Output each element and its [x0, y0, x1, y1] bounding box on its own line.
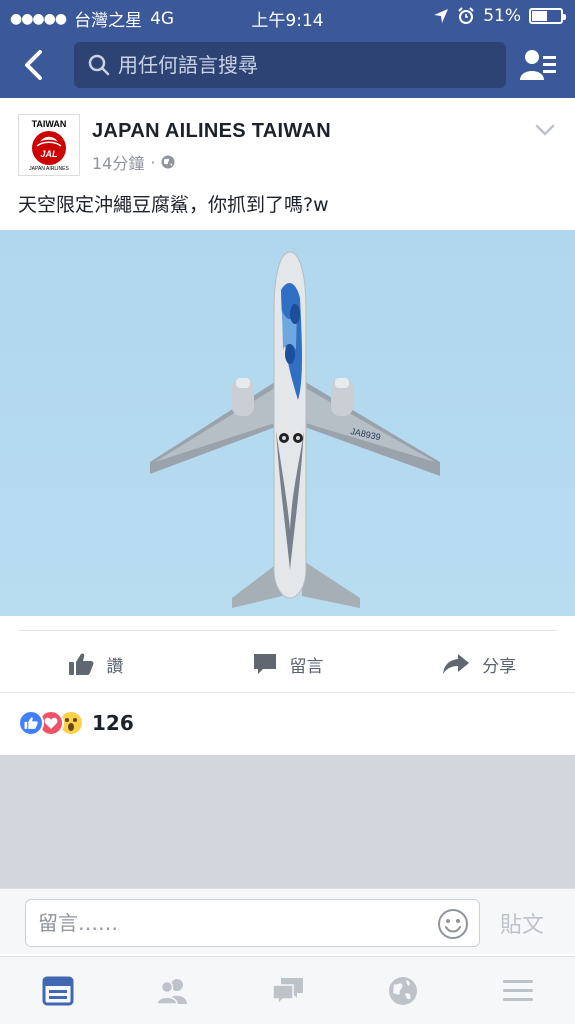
separator — [0, 692, 575, 693]
comment-composer: 貼文 — [0, 888, 575, 954]
logo-bottom-text: JAPAN AIRLINES — [29, 166, 69, 172]
location-arrow-icon — [434, 9, 449, 23]
tab-messages[interactable] — [230, 957, 345, 1024]
comment-input-box[interactable] — [25, 899, 480, 947]
post-author-name[interactable]: JAPAN AILINES TAIWAN — [92, 120, 331, 143]
thumbs-up-icon — [69, 653, 94, 675]
post-card: TAIWAN JAL JAPAN AIRLINES JAPAN AILINES … — [0, 98, 575, 755]
tab-news-feed[interactable] — [0, 957, 115, 1024]
reaction-count: 126 — [92, 711, 134, 735]
separator — [18, 630, 557, 631]
comment-button[interactable]: 留言 — [192, 638, 384, 690]
like-button[interactable]: 讚 — [0, 638, 192, 690]
airplane-illustration: JA8939 — [0, 230, 575, 616]
friend-requests-icon[interactable] — [519, 48, 557, 82]
reactions-summary[interactable]: 126 — [18, 708, 134, 738]
like-reaction-icon — [18, 710, 44, 736]
news-feed-icon — [42, 976, 73, 1005]
messages-icon — [271, 977, 303, 1006]
share-button[interactable]: 分享 — [383, 638, 575, 690]
notifications-globe-icon — [388, 976, 417, 1005]
comment-label: 留言 — [289, 656, 324, 677]
menu-icon — [502, 979, 533, 1001]
search-input[interactable] — [118, 49, 488, 81]
post-options-chevron-icon[interactable] — [535, 124, 555, 136]
search-bar[interactable] — [74, 42, 506, 88]
emoji-smiley-icon[interactable] — [437, 908, 469, 940]
post-actions: 讚 留言 分享 — [0, 638, 575, 690]
meta-separator: · — [150, 152, 156, 172]
app-header: ●●●●● 台灣之星 4G 上午9:14 51% — [0, 0, 575, 98]
comment-input[interactable] — [38, 908, 428, 938]
post-time[interactable]: 14分鐘 — [92, 150, 144, 174]
like-label: 讚 — [106, 656, 124, 677]
svg-text:JAL: JAL — [40, 149, 57, 159]
feed-gap — [0, 755, 575, 888]
navigation-bar — [0, 34, 575, 98]
post-text: 天空限定沖繩豆腐鯊，你抓到了嗎?w — [18, 194, 329, 216]
tab-notifications[interactable] — [345, 957, 460, 1024]
page-avatar[interactable]: TAIWAN JAL JAPAN AIRLINES — [18, 114, 80, 176]
post-photo[interactable]: JA8939 — [0, 230, 575, 616]
alarm-clock-icon — [458, 7, 474, 24]
tab-friends[interactable] — [115, 957, 230, 1024]
logo-top-text: TAIWAN — [31, 119, 67, 129]
search-icon — [88, 54, 110, 76]
battery-icon — [529, 8, 566, 24]
post-comment-button[interactable]: 貼文 — [500, 907, 544, 939]
comment-bubble-icon — [253, 654, 276, 674]
status-bar: ●●●●● 台灣之星 4G 上午9:14 51% — [0, 0, 575, 34]
bottom-tab-bar — [0, 956, 575, 1024]
status-time: 上午9:14 — [251, 11, 324, 31]
battery-percent: 51% — [483, 6, 521, 26]
jal-crane-logo-icon: JAL — [32, 131, 66, 165]
public-globe-icon — [161, 155, 175, 169]
tab-menu[interactable] — [460, 957, 575, 1024]
share-arrow-icon — [443, 654, 470, 674]
share-label: 分享 — [482, 656, 517, 677]
back-arrow-icon[interactable] — [20, 48, 48, 82]
post-meta: 14分鐘 · — [92, 150, 175, 174]
friends-icon — [155, 978, 187, 1005]
